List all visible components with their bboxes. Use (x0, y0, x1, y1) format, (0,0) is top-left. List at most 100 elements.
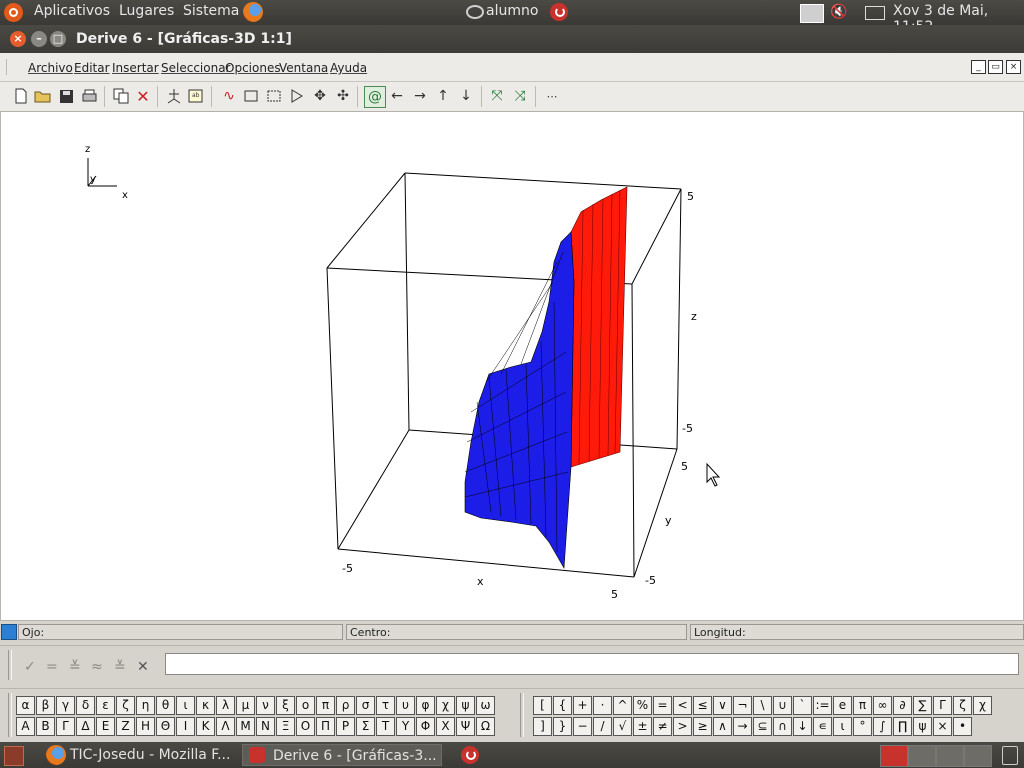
math-symbol-r2-17[interactable]: ∫ (873, 717, 892, 736)
math-symbol-r2-15[interactable]: ι (833, 717, 852, 736)
window-minimize-button[interactable]: – (31, 31, 47, 47)
math-symbol-r2-6[interactable]: ≠ (653, 717, 672, 736)
orbit-icon[interactable]: @ (364, 86, 386, 108)
window-close-button[interactable]: × (10, 31, 26, 47)
greek-upper-symbol-23[interactable]: Ω (476, 717, 495, 736)
greek-upper-symbol-14[interactable]: Ο (296, 717, 315, 736)
menu-archivo[interactable]: Archivo (28, 61, 73, 75)
greek-lower-symbol-19[interactable]: υ (396, 696, 415, 715)
window-icon[interactable] (241, 86, 261, 106)
math-symbol-r1-20[interactable]: Γ (933, 696, 952, 715)
greek-lower-symbol-2[interactable]: γ (56, 696, 75, 715)
math-symbol-r2-9[interactable]: ∧ (713, 717, 732, 736)
copy-icon[interactable] (111, 86, 131, 106)
math-symbol-r1-7[interactable]: < (673, 696, 692, 715)
greek-lower-symbol-16[interactable]: ρ (336, 696, 355, 715)
plot-canvas[interactable]: z y x 5 z -5 5 y -5 -5 x 5 (0, 112, 1024, 621)
greek-lower-symbol-21[interactable]: χ (436, 696, 455, 715)
greek-upper-symbol-17[interactable]: Σ (356, 717, 375, 736)
save-icon[interactable] (56, 86, 76, 106)
move-icon[interactable]: ✥ (310, 86, 330, 106)
applications-menu[interactable]: Aplicativos (34, 3, 110, 19)
greek-upper-symbol-22[interactable]: Ψ (456, 717, 475, 736)
settings-icon[interactable]: ⋯ (542, 86, 562, 106)
plot-3d-svg[interactable]: z y x 5 z -5 5 y -5 -5 x 5 (1, 112, 1023, 620)
math-symbol-r1-19[interactable]: ∑ (913, 696, 932, 715)
greek-upper-symbol-2[interactable]: Γ (56, 717, 75, 736)
greek-lower-symbol-11[interactable]: μ (236, 696, 255, 715)
mdi-restore-button[interactable]: ▭ (988, 60, 1003, 74)
math-symbol-r1-10[interactable]: ¬ (733, 696, 752, 715)
taskbar-derive-task[interactable]: Derive 6 - [Gráficas-3... (242, 744, 442, 766)
taskbar-firefox-task[interactable]: TIC-Josedu - Mozilla F... (40, 744, 240, 766)
math-symbol-r1-0[interactable]: [ (533, 696, 552, 715)
math-symbol-r2-1[interactable]: } (553, 717, 572, 736)
math-symbol-r2-2[interactable]: − (573, 717, 592, 736)
greek-lower-symbol-18[interactable]: τ (376, 696, 395, 715)
workspace-3[interactable] (936, 745, 964, 767)
math-symbol-r2-16[interactable]: ° (853, 717, 872, 736)
math-symbol-r2-0[interactable]: ] (533, 717, 552, 736)
window-titlebar[interactable]: × – □ Derive 6 - [Gráficas-3D 1:1] (0, 25, 1024, 53)
greek-lower-symbol-8[interactable]: ι (176, 696, 195, 715)
enter-approximate-icon[interactable]: ≚ (114, 659, 126, 675)
greek-lower-symbol-6[interactable]: η (136, 696, 155, 715)
zoom-out-icon[interactable]: ⤨ (510, 86, 530, 106)
greek-upper-symbol-10[interactable]: Λ (216, 717, 235, 736)
greek-lower-symbol-13[interactable]: ξ (276, 696, 295, 715)
greek-upper-symbol-8[interactable]: Ι (176, 717, 195, 736)
greek-lower-symbol-9[interactable]: κ (196, 696, 215, 715)
axes-icon[interactable] (164, 86, 184, 106)
math-symbol-r2-7[interactable]: > (673, 717, 692, 736)
greek-upper-symbol-4[interactable]: Ε (96, 717, 115, 736)
plot-icon[interactable]: ∿ (219, 86, 239, 106)
greek-lower-symbol-4[interactable]: ε (96, 696, 115, 715)
greek-upper-symbol-12[interactable]: Ν (256, 717, 275, 736)
math-symbol-r2-13[interactable]: ↓ (793, 717, 812, 736)
math-symbol-r1-3[interactable]: · (593, 696, 612, 715)
mdi-minimize-button[interactable]: _ (971, 60, 986, 74)
delete-icon[interactable]: ✕ (133, 86, 153, 106)
greek-upper-symbol-18[interactable]: Τ (376, 717, 395, 736)
math-symbol-r2-19[interactable]: ψ (913, 717, 932, 736)
greek-lower-symbol-7[interactable]: θ (156, 696, 175, 715)
greek-lower-symbol-17[interactable]: σ (356, 696, 375, 715)
play-icon[interactable] (287, 86, 307, 106)
menu-editar[interactable]: Editar (74, 61, 110, 75)
workspace-1[interactable] (880, 745, 908, 767)
greek-upper-symbol-16[interactable]: Ρ (336, 717, 355, 736)
math-symbol-r1-9[interactable]: ∨ (713, 696, 732, 715)
math-symbol-r1-18[interactable]: ∂ (893, 696, 912, 715)
approximate-icon[interactable]: ≈ (91, 659, 103, 675)
math-symbol-r1-13[interactable]: ` (793, 696, 812, 715)
clear-entry-icon[interactable]: ✕ (137, 659, 149, 675)
view-grid-icon[interactable] (1, 624, 17, 640)
math-symbol-r2-12[interactable]: ∩ (773, 717, 792, 736)
volume-muted-icon[interactable]: 🔇 (830, 4, 847, 20)
open-folder-icon[interactable] (33, 86, 53, 106)
math-symbol-r2-20[interactable]: × (933, 717, 952, 736)
greek-upper-symbol-9[interactable]: Κ (196, 717, 215, 736)
trash-icon[interactable] (1002, 746, 1018, 765)
workspace-2[interactable] (908, 745, 936, 767)
greek-upper-symbol-1[interactable]: Β (36, 717, 55, 736)
math-symbol-r1-8[interactable]: ≤ (693, 696, 712, 715)
greek-upper-symbol-3[interactable]: Δ (76, 717, 95, 736)
math-symbol-r1-21[interactable]: ζ (953, 696, 972, 715)
greek-lower-symbol-5[interactable]: ζ (116, 696, 135, 715)
math-symbol-r2-3[interactable]: / (593, 717, 612, 736)
greek-lower-symbol-23[interactable]: ω (476, 696, 495, 715)
math-symbol-r1-22[interactable]: χ (973, 696, 992, 715)
math-symbol-r1-12[interactable]: ∪ (773, 696, 792, 715)
menu-seleccionar[interactable]: Seleccionar (161, 61, 230, 75)
greek-lower-symbol-3[interactable]: δ (76, 696, 95, 715)
session-power-icon[interactable] (550, 3, 568, 21)
math-symbol-r2-21[interactable]: • (953, 717, 972, 736)
left-arrow-icon[interactable]: ← (387, 86, 407, 106)
greek-lower-symbol-15[interactable]: π (316, 696, 335, 715)
math-symbol-r1-16[interactable]: π (853, 696, 872, 715)
greek-lower-symbol-20[interactable]: φ (416, 696, 435, 715)
greek-lower-symbol-10[interactable]: λ (216, 696, 235, 715)
zoom-in-icon[interactable]: ⤧ (487, 86, 507, 106)
math-symbol-r1-14[interactable]: := (813, 696, 832, 715)
